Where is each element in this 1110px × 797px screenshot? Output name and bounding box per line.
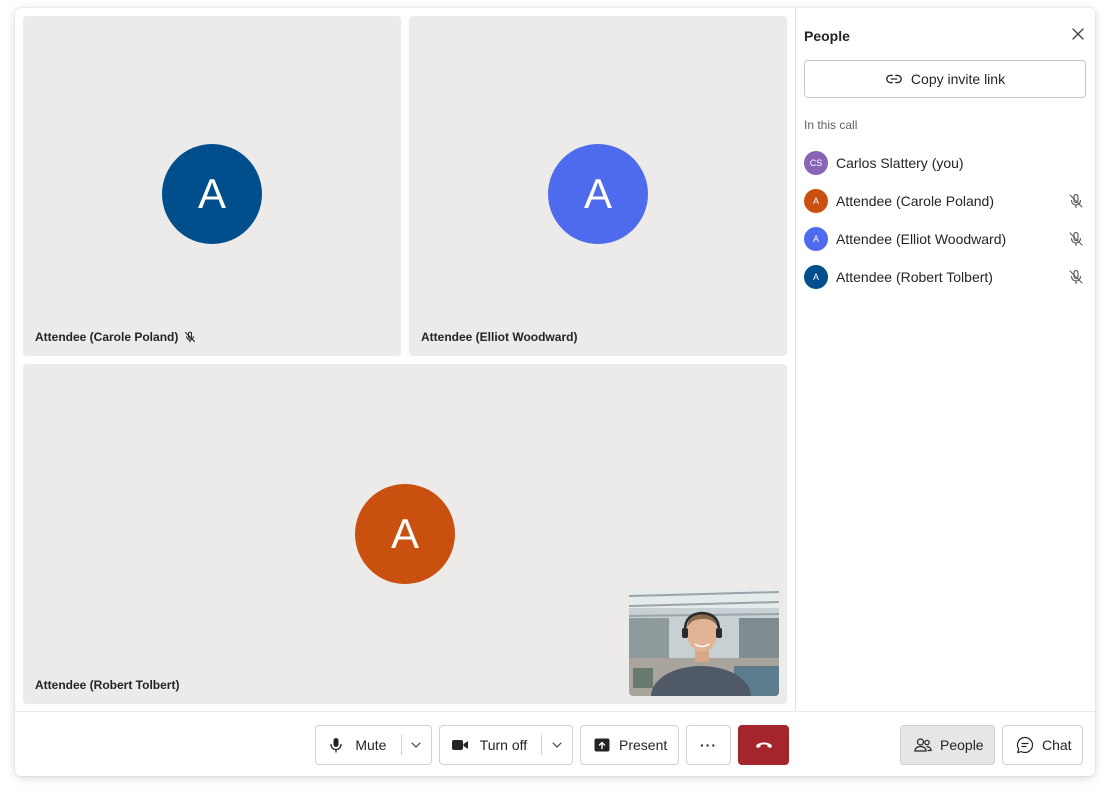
avatar: A	[162, 144, 262, 244]
participant-item-robert[interactable]: A Attendee (Robert Tolbert)	[804, 258, 1086, 296]
present-icon	[594, 738, 610, 752]
video-tile-robert[interactable]: A Attendee (Robert Tolbert)	[23, 364, 787, 704]
video-tile-carole[interactable]: A Attendee (Carole Poland)	[23, 16, 401, 356]
copy-invite-link-button[interactable]: Copy invite link	[804, 60, 1086, 98]
mic-off-icon	[1068, 269, 1084, 290]
more-options-button[interactable]: ···	[686, 725, 731, 765]
tile-name-label: Attendee (Carole Poland)	[35, 330, 196, 344]
participant-name: Attendee (Carole Poland)	[35, 330, 179, 344]
people-icon	[914, 737, 932, 753]
people-panel: People Copy invite link In this call CS …	[795, 8, 1095, 711]
hang-up-icon	[755, 740, 773, 750]
mic-off-icon	[1068, 231, 1084, 252]
mute-label: Mute	[355, 737, 387, 753]
participant-item-elliot[interactable]: A Attendee (Elliot Woodward)	[804, 220, 1086, 258]
panel-title: People	[804, 28, 850, 44]
link-icon	[885, 70, 903, 88]
present-label: Present	[619, 737, 668, 753]
avatar: A	[355, 484, 455, 584]
call-toolbar: Mute Turn off Present ··· People Chat	[15, 711, 1095, 776]
mic-icon	[316, 737, 355, 753]
people-label: People	[940, 737, 984, 753]
chevron-down-icon[interactable]	[542, 726, 572, 764]
mic-off-icon	[1068, 193, 1084, 214]
avatar: CS	[804, 151, 828, 175]
copy-invite-link-label: Copy invite link	[910, 71, 1006, 87]
self-view-video[interactable]	[629, 588, 779, 696]
mic-off-icon	[184, 331, 196, 343]
in-call-section-label: In this call	[804, 118, 858, 132]
camera-toggle-button[interactable]: Turn off	[439, 725, 573, 765]
chat-icon	[1016, 736, 1034, 754]
participant-name: Attendee (Elliot Woodward)	[836, 231, 1007, 247]
video-stage: A Attendee (Carole Poland) A Attendee (E…	[15, 8, 795, 711]
avatar: A	[548, 144, 648, 244]
leave-call-button[interactable]	[738, 725, 789, 765]
avatar: A	[804, 265, 828, 289]
more-icon: ···	[700, 737, 717, 753]
participant-name: Attendee (Elliot Woodward)	[421, 330, 578, 344]
video-tile-elliot[interactable]: A Attendee (Elliot Woodward)	[409, 16, 787, 356]
participant-name: Attendee (Carole Poland)	[836, 193, 994, 209]
mute-button[interactable]: Mute	[315, 725, 432, 765]
chat-button[interactable]: Chat	[1002, 725, 1083, 765]
tile-name-label: Attendee (Robert Tolbert)	[35, 678, 179, 692]
chat-label: Chat	[1042, 737, 1072, 753]
chevron-down-icon[interactable]	[402, 726, 431, 764]
avatar: A	[804, 189, 828, 213]
participant-name: Carlos Slattery (you)	[836, 155, 964, 171]
participant-name: Attendee (Robert Tolbert)	[35, 678, 180, 692]
avatar: A	[804, 227, 828, 251]
participant-list: CS Carlos Slattery (you) A Attendee (Car…	[804, 144, 1086, 296]
call-window: A Attendee (Carole Poland) A Attendee (E…	[15, 8, 1095, 776]
participant-name: Attendee (Robert Tolbert)	[836, 269, 993, 285]
present-button[interactable]: Present	[580, 725, 679, 765]
people-button[interactable]: People	[900, 725, 995, 765]
video-camera-icon	[440, 738, 480, 752]
participant-item-carole[interactable]: A Attendee (Carole Poland)	[804, 182, 1086, 220]
participant-item-carlos[interactable]: CS Carlos Slattery (you)	[804, 144, 1086, 182]
tile-name-label: Attendee (Elliot Woodward)	[421, 330, 577, 344]
close-icon[interactable]	[1070, 26, 1086, 42]
camera-toggle-label: Turn off	[479, 737, 528, 753]
